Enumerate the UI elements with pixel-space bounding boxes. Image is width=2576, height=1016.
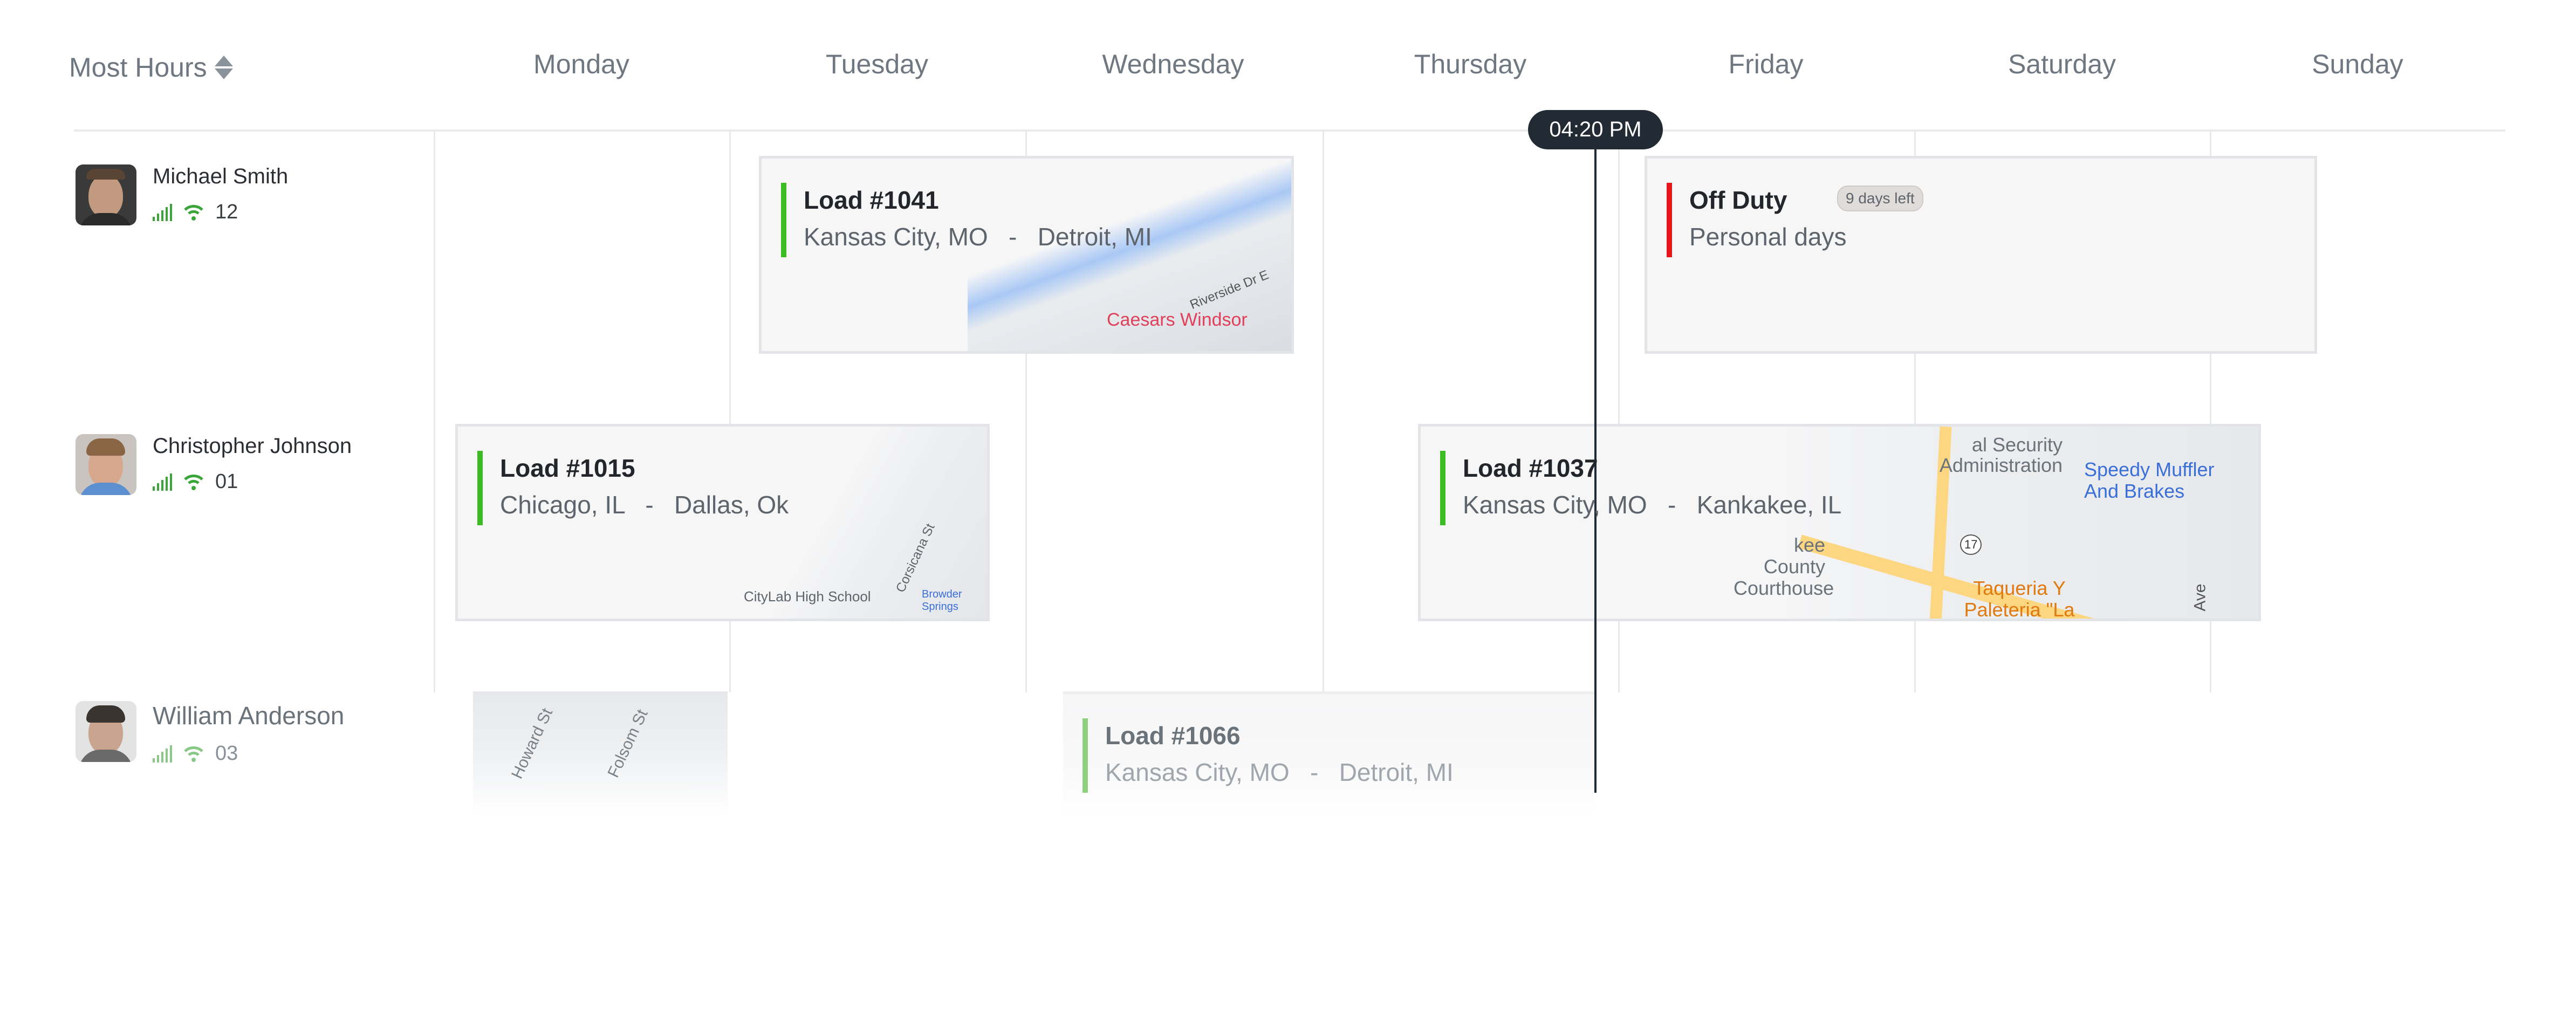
status-accent bbox=[781, 183, 786, 257]
status-accent bbox=[1083, 718, 1088, 793]
grid-line bbox=[1323, 132, 1324, 692]
day-header-thursday: Thursday bbox=[1414, 49, 1527, 79]
map-label: Speedy Muffler And Brakes bbox=[2084, 458, 2215, 502]
status-accent bbox=[1440, 451, 1445, 525]
driver-row-michael-smith[interactable]: Michael Smith 12 bbox=[76, 164, 288, 225]
event-card-load-1041[interactable]: Caesars Windsor Riverside Dr E Load #104… bbox=[759, 156, 1294, 354]
driver-name: Michael Smith bbox=[153, 164, 289, 188]
map-thumbnail-partial: Howard St Folsom St bbox=[473, 691, 728, 815]
status-accent bbox=[1667, 183, 1672, 257]
driver-count: 12 bbox=[215, 201, 238, 223]
event-route: Kansas City, MO - Detroit, MI bbox=[804, 223, 1152, 251]
driver-name: Christopher Johnson bbox=[153, 434, 352, 458]
avatar bbox=[76, 434, 136, 495]
event-subtitle: Personal days bbox=[1689, 223, 1847, 251]
event-card-load-1037[interactable]: al Security Administration Speedy Muffle… bbox=[1418, 424, 2261, 621]
avatar bbox=[76, 701, 136, 762]
map-label: Howard St bbox=[508, 705, 557, 782]
status-accent bbox=[477, 451, 483, 525]
map-label: Ave bbox=[2191, 583, 2209, 612]
driver-count: 03 bbox=[215, 742, 238, 765]
driver-name: William Anderson bbox=[153, 702, 345, 730]
map-label: Caesars Windsor bbox=[1107, 310, 1248, 330]
map-label: CityLab High School bbox=[744, 588, 871, 605]
sort-most-hours-button[interactable]: Most Hours bbox=[69, 52, 233, 83]
map-label: Folsom St bbox=[604, 706, 652, 780]
header-divider bbox=[74, 129, 2505, 132]
driver-row-christopher-johnson[interactable]: Christopher Johnson 01 bbox=[76, 434, 352, 495]
event-route: Kansas City, MO - Detroit, MI bbox=[1105, 758, 1454, 786]
event-card-off-duty[interactable]: Off Duty 9 days left Personal days bbox=[1645, 156, 2317, 354]
avatar bbox=[76, 164, 136, 225]
wifi-icon bbox=[184, 474, 203, 490]
event-title: Load #1066 bbox=[1105, 722, 1241, 750]
driver-count: 01 bbox=[215, 470, 238, 493]
wifi-icon bbox=[184, 746, 203, 762]
sort-label: Most Hours bbox=[69, 52, 207, 83]
map-label: al Security Administration bbox=[1939, 434, 2063, 476]
day-header-sunday: Sunday bbox=[2312, 49, 2403, 79]
signal-bars-icon bbox=[153, 745, 172, 763]
event-route: Chicago, IL - Dallas, Ok bbox=[500, 491, 789, 519]
sort-up-down-icon bbox=[214, 56, 233, 79]
event-title: Off Duty bbox=[1689, 186, 1787, 214]
event-card-load-1015[interactable]: CityLab High School Corsicana St Browder… bbox=[455, 424, 990, 621]
driver-row-william-anderson[interactable]: William Anderson 03 bbox=[76, 701, 344, 765]
day-header-wednesday: Wednesday bbox=[1102, 49, 1244, 79]
grid-line bbox=[434, 132, 435, 692]
signal-bars-icon bbox=[153, 473, 172, 491]
event-card-load-1066[interactable]: Load #1066 Kansas City, MO - Detroit, MI bbox=[1063, 691, 1594, 815]
day-header-tuesday: Tuesday bbox=[826, 49, 928, 79]
wifi-icon bbox=[184, 204, 203, 221]
event-route: Kansas City, MO - Kankakee, IL bbox=[1463, 491, 1842, 519]
event-title: Load #1041 bbox=[804, 186, 939, 214]
event-title: Load #1015 bbox=[500, 454, 635, 482]
days-left-badge: 9 days left bbox=[1837, 186, 1923, 211]
map-label: kee County Courthouse bbox=[1734, 534, 1834, 599]
day-header-monday: Monday bbox=[533, 49, 629, 79]
day-header-saturday: Saturday bbox=[2008, 49, 2116, 79]
day-header-friday: Friday bbox=[1728, 49, 1804, 79]
map-label: Taqueria Y Paleteria "La Michoacana" bbox=[1964, 577, 2075, 621]
event-title: Load #1037 bbox=[1463, 454, 1598, 482]
map-label: Browder Springs bbox=[922, 588, 962, 613]
signal-bars-icon bbox=[153, 203, 172, 221]
current-time-marker: 04:20 PM bbox=[1528, 110, 1663, 149]
